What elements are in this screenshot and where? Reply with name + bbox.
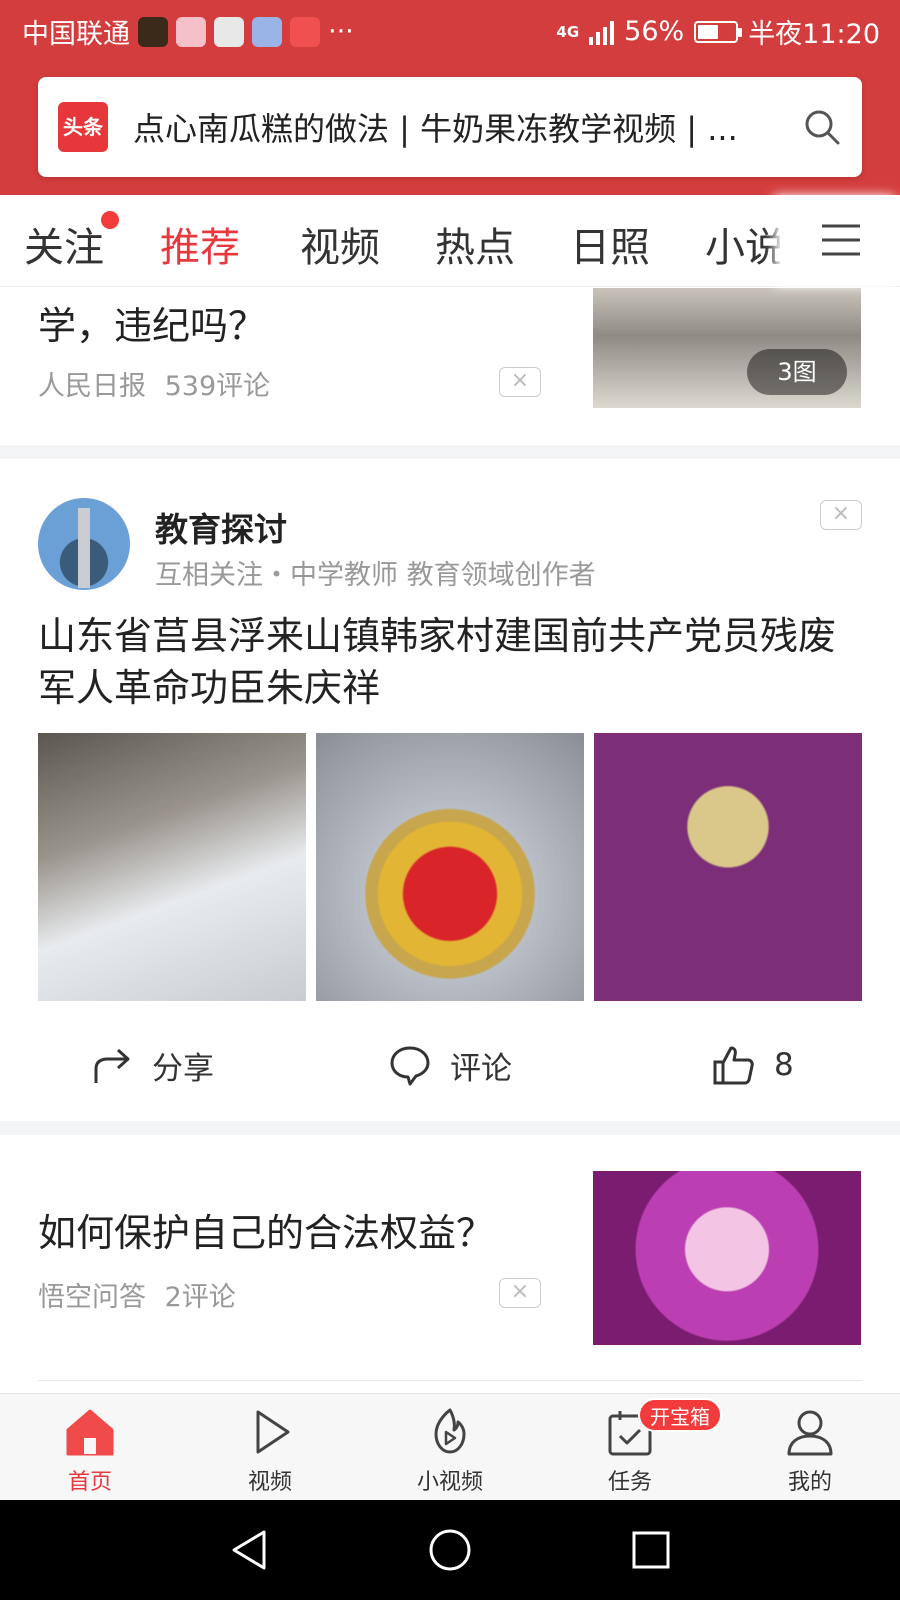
article-title[interactable]: 如何保护自己的合法权益？	[38, 1207, 568, 1259]
like-count: 8	[774, 1047, 794, 1083]
short-video-icon	[434, 1408, 466, 1454]
item-separator	[38, 1380, 862, 1381]
toutiao-logo: 头条	[58, 102, 108, 152]
article-comments: 539评论	[164, 371, 271, 402]
nav-home-label: 首页	[67, 1470, 112, 1495]
follow-notification-dot	[101, 211, 119, 229]
user-icon	[787, 1410, 833, 1456]
system-navigation-bar	[0, 1500, 900, 1600]
comment-icon	[390, 1046, 430, 1086]
dislike-button[interactable]: ×	[499, 367, 541, 397]
feed-divider	[0, 445, 900, 459]
channel-tabs: 关注 推荐 视频 热点 日照 小说	[0, 195, 900, 287]
signal-icon	[589, 19, 615, 45]
notification-app-icon	[138, 16, 168, 47]
thumbs-up-icon	[713, 1046, 754, 1085]
author-name[interactable]: 教育探讨	[155, 503, 287, 551]
article-thumbnail[interactable]	[593, 1171, 861, 1345]
comment-button[interactable]: 评论	[388, 1040, 512, 1090]
nav-video[interactable]: 视频	[215, 1406, 325, 1496]
battery-percent: 56%	[624, 16, 685, 47]
article-meta: 人民日报 539评论	[38, 364, 270, 403]
nav-short-video-label: 小视频	[416, 1470, 483, 1495]
bottom-navigation: 首页 视频 小视频 任务 我的	[0, 1393, 900, 1500]
article-comments: 2评论	[164, 1282, 236, 1313]
tab-novel[interactable]: 小说	[705, 215, 785, 273]
feed-divider	[0, 1121, 900, 1135]
author-description: 互相关注・中学教师 教育领域创作者	[155, 560, 596, 591]
network-type: 4G	[556, 22, 580, 41]
status-left: 中国联通 ···	[22, 12, 354, 51]
home-icon	[66, 1409, 114, 1456]
more-notifications-icon: ···	[328, 16, 354, 47]
search-query-text[interactable]: 点心南瓜糕的做法 | 牛奶果冻教学视频 | ...	[133, 104, 793, 150]
battery-icon	[694, 20, 743, 43]
tab-rizhao[interactable]: 日照	[570, 215, 650, 273]
dislike-button[interactable]: ×	[820, 500, 862, 530]
home-circle-icon[interactable]	[428, 1528, 472, 1572]
recents-icon[interactable]	[630, 1528, 672, 1572]
share-label: 分享	[152, 1050, 214, 1087]
carrier-name: 中国联通	[22, 19, 130, 50]
notification-app-icon	[252, 16, 282, 47]
battery-fill	[698, 24, 719, 39]
image-count-badge: 3图	[747, 349, 847, 395]
app-header: 中国联通 ··· 4G 56% 半夜11:20 头条 点心南瓜糕的做法 | 牛奶…	[0, 0, 900, 195]
nav-short-video[interactable]: 小视频	[395, 1406, 505, 1496]
status-right: 4G 56% 半夜11:20	[556, 12, 880, 51]
article-title[interactable]: 学，违纪吗？	[38, 300, 558, 352]
notification-app-icon	[214, 16, 244, 47]
comment-label: 评论	[450, 1050, 512, 1087]
channel-menu-icon[interactable]	[820, 222, 862, 258]
play-icon	[256, 1410, 290, 1454]
tab-hot[interactable]: 热点	[435, 215, 515, 273]
notification-app-icon	[176, 16, 206, 47]
post-image-certificate[interactable]	[594, 733, 862, 1001]
nav-home[interactable]: 首页	[35, 1406, 145, 1496]
article-source: 悟空问答	[38, 1282, 146, 1313]
nav-video-label: 视频	[247, 1470, 292, 1495]
article-meta: 悟空问答 2评论	[38, 1275, 236, 1314]
back-icon[interactable]	[228, 1528, 270, 1572]
tab-video[interactable]: 视频	[300, 215, 380, 273]
article-source: 人民日报	[38, 371, 146, 402]
dislike-button[interactable]: ×	[499, 1278, 541, 1308]
search-bar[interactable]: 头条 点心南瓜糕的做法 | 牛奶果冻教学视频 | ...	[38, 77, 862, 177]
post-image-medal[interactable]	[316, 733, 584, 1001]
nav-tasks-label: 任务	[607, 1470, 652, 1495]
share-icon	[94, 1048, 130, 1083]
nav-profile[interactable]: 我的	[755, 1406, 865, 1496]
post-title[interactable]: 山东省莒县浮来山镇韩家村建国前共产党员残废军人革命功臣朱庆祥	[38, 610, 862, 714]
status-bar: 中国联通 ··· 4G 56% 半夜11:20	[0, 0, 900, 62]
like-button[interactable]: 8	[712, 1040, 794, 1090]
clock: 半夜11:20	[748, 19, 880, 50]
search-icon[interactable]	[802, 107, 842, 147]
tab-recommend[interactable]: 推荐	[160, 215, 240, 273]
open-treasure-badge[interactable]: 开宝箱	[638, 1398, 722, 1432]
tab-follow[interactable]: 关注	[24, 215, 104, 273]
post-image-veteran[interactable]	[38, 733, 306, 1001]
author-avatar[interactable]	[38, 498, 130, 590]
notification-app-icon	[290, 16, 320, 47]
nav-profile-label: 我的	[787, 1470, 832, 1495]
share-button[interactable]: 分享	[90, 1040, 214, 1090]
